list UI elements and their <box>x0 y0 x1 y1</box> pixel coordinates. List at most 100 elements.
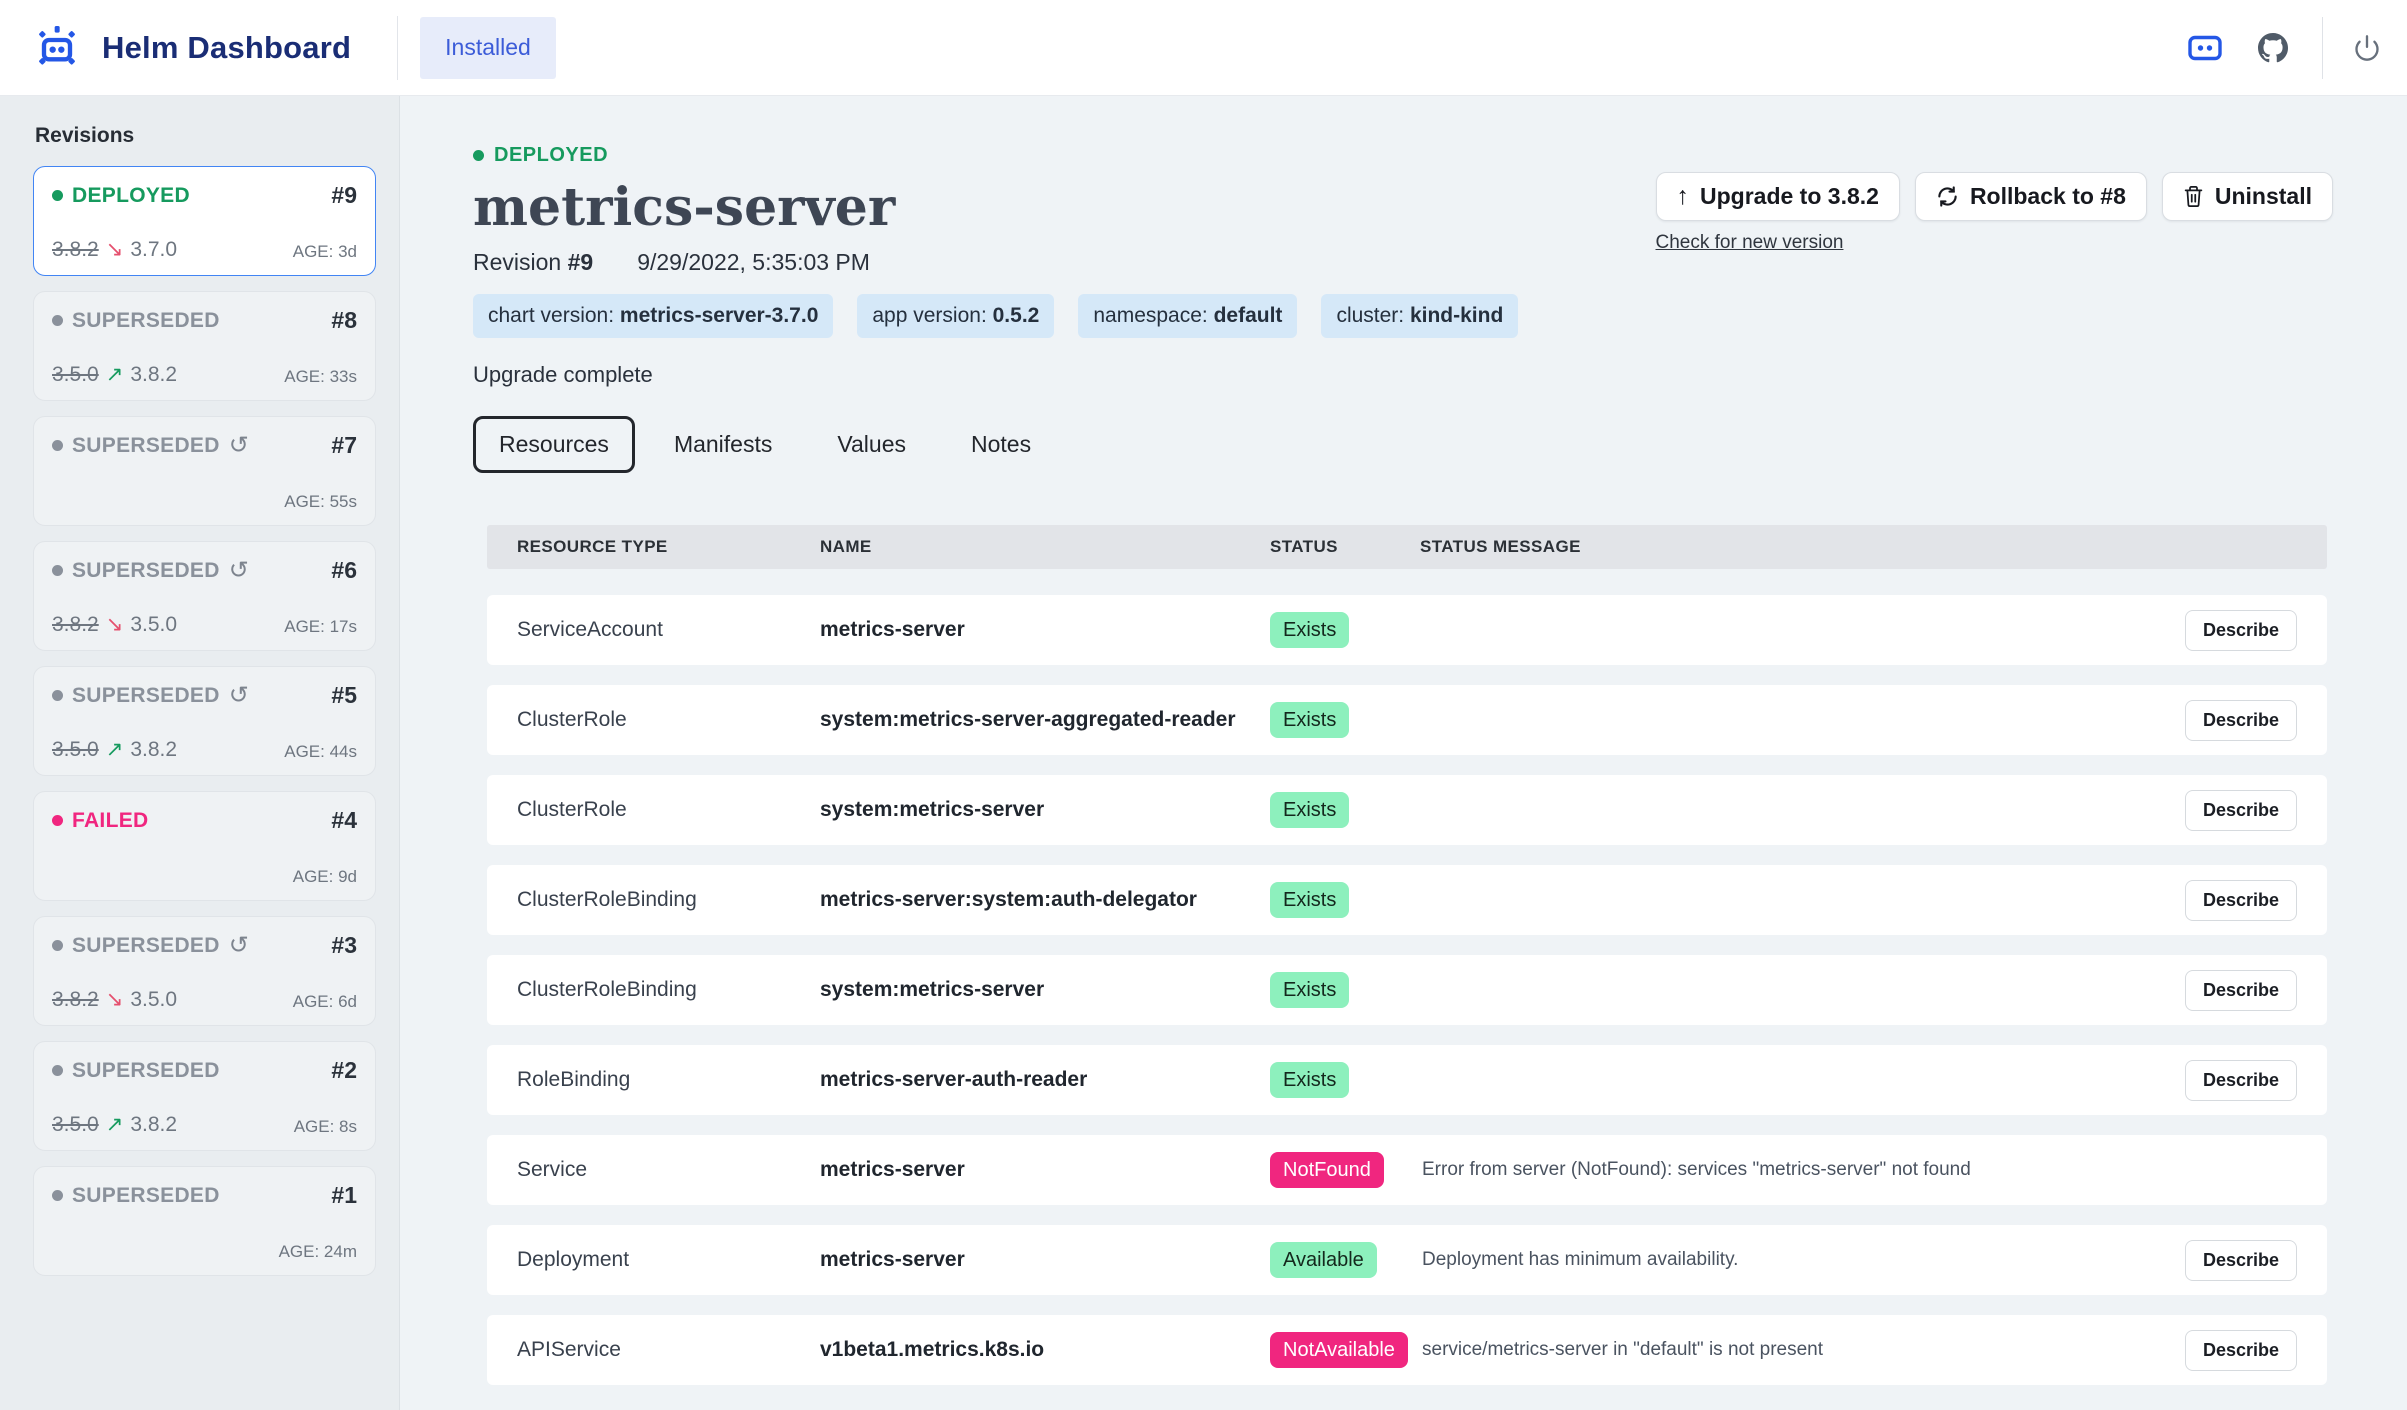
resource-type: ServiceAccount <box>517 618 820 642</box>
release-title: metrics-server <box>473 177 1518 239</box>
revision-age: AGE: 9d <box>293 867 357 887</box>
table-row: ServiceAccount metrics-server Exists Des… <box>487 595 2327 665</box>
metadata-badge: app version: 0.5.2 <box>857 294 1054 338</box>
describe-button[interactable]: Describe <box>2185 700 2297 741</box>
resource-status-message: Error from server (NotFound): services "… <box>1420 1159 2151 1181</box>
resource-name: metrics-server <box>820 618 1270 642</box>
release-status-label: DEPLOYED <box>494 144 608 167</box>
resource-name: metrics-server <box>820 1158 1270 1182</box>
resource-name: system:metrics-server-aggregated-reader <box>820 708 1270 732</box>
trend-arrow-icon: ↗ <box>106 737 124 762</box>
col-status: STATUS <box>1270 537 1420 557</box>
describe-button[interactable]: Describe <box>2185 1060 2297 1101</box>
revisions-heading: Revisions <box>35 124 375 148</box>
tab-manifests[interactable]: Manifests <box>648 416 798 473</box>
describe-button[interactable]: Describe <box>2185 880 2297 921</box>
resource-type: APIService <box>517 1338 820 1362</box>
revision-card[interactable]: SUPERSEDED ↺ #3 3.8.2 ↘ 3.5.0 AGE: 6d <box>33 916 376 1026</box>
revision-age: AGE: 3d <box>293 242 357 262</box>
revision-status-label: FAILED <box>72 809 148 833</box>
revision-number: #2 <box>331 1057 357 1084</box>
revision-status-dot-icon <box>52 940 63 951</box>
rollback-arrow-icon: ↺ <box>229 934 249 958</box>
revision-card[interactable]: SUPERSEDED ↺ #7 AGE: 55s <box>33 416 376 526</box>
helm-dashboard-logo-icon <box>32 23 82 73</box>
revision-card[interactable]: SUPERSEDED ↺ #6 3.8.2 ↘ 3.5.0 AGE: 17s <box>33 541 376 651</box>
revision-status-dot-icon <box>52 1065 63 1076</box>
revision-status-dot-icon <box>52 815 63 826</box>
revision-list: DEPLOYED #9 3.8.2 ↘ 3.7.0 AGE: 3d SUPERS… <box>33 166 375 1276</box>
tab-values[interactable]: Values <box>811 416 932 473</box>
revision-number: #7 <box>331 432 357 459</box>
revision-status-label: SUPERSEDED <box>72 1184 220 1208</box>
revision-old-version: 3.8.2 <box>52 238 99 262</box>
metadata-badge: chart version: metrics-server-3.7.0 <box>473 294 833 338</box>
revision-status-dot-icon <box>52 315 63 326</box>
resource-type: ClusterRole <box>517 798 820 822</box>
metadata-badge: cluster: kind-kind <box>1321 294 1518 338</box>
revision-age: AGE: 55s <box>284 492 357 512</box>
tab-notes[interactable]: Notes <box>945 416 1057 473</box>
describe-button[interactable]: Describe <box>2185 790 2297 831</box>
revision-card[interactable]: SUPERSEDED #2 3.5.0 ↗ 3.8.2 AGE: 8s <box>33 1041 376 1151</box>
describe-button[interactable]: Describe <box>2185 610 2297 651</box>
revision-age: AGE: 44s <box>284 742 357 762</box>
metadata-badge: namespace: default <box>1078 294 1297 338</box>
revision-number: #3 <box>331 932 357 959</box>
revision-card[interactable]: SUPERSEDED #1 AGE: 24m <box>33 1166 376 1276</box>
revision-status-dot-icon <box>52 1190 63 1201</box>
describe-button[interactable]: Describe <box>2185 970 2297 1011</box>
revision-new-version: 3.7.0 <box>130 238 177 262</box>
revision-status-label: SUPERSEDED <box>72 1059 220 1083</box>
uninstall-button[interactable]: Uninstall <box>2162 172 2333 221</box>
describe-button[interactable]: Describe <box>2185 1240 2297 1281</box>
resource-type: Service <box>517 1158 820 1182</box>
revision-card[interactable]: DEPLOYED #9 3.8.2 ↘ 3.7.0 AGE: 3d <box>33 166 376 276</box>
table-row: ClusterRole system:metrics-server-aggreg… <box>487 685 2327 755</box>
resource-name: metrics-server <box>820 1248 1270 1272</box>
tab-resources[interactable]: Resources <box>473 416 635 473</box>
revision-old-version: 3.5.0 <box>52 1113 99 1137</box>
revision-age: AGE: 8s <box>294 1117 357 1137</box>
detail-tabs: Resources Manifests Values Notes <box>473 416 2333 473</box>
revision-status-label: DEPLOYED <box>72 184 190 208</box>
release-badges: chart version: metrics-server-3.7.0 app … <box>473 294 1518 338</box>
revision-age: AGE: 17s <box>284 617 357 637</box>
upgrade-arrow-icon: ↑ <box>1677 182 1690 211</box>
revision-age: AGE: 24m <box>279 1242 357 1262</box>
resource-name: v1beta1.metrics.k8s.io <box>820 1338 1270 1362</box>
revision-status-label: SUPERSEDED <box>72 684 220 708</box>
resource-name: system:metrics-server <box>820 798 1270 822</box>
resource-type: Deployment <box>517 1248 820 1272</box>
col-resource-type: RESOURCE TYPE <box>517 537 820 557</box>
revision-card[interactable]: SUPERSEDED ↺ #5 3.5.0 ↗ 3.8.2 AGE: 44s <box>33 666 376 776</box>
revision-number: #5 <box>331 682 357 709</box>
revision-card[interactable]: SUPERSEDED #8 3.5.0 ↗ 3.8.2 AGE: 33s <box>33 291 376 401</box>
revision-new-version: 3.8.2 <box>130 363 177 387</box>
check-new-version-link[interactable]: Check for new version <box>1656 232 1844 254</box>
revision-new-version: 3.5.0 <box>130 613 177 637</box>
resource-type: ClusterRoleBinding <box>517 888 820 912</box>
rollback-button[interactable]: Rollback to #8 <box>1915 172 2147 221</box>
trend-arrow-icon: ↘ <box>106 987 124 1012</box>
upgrade-button[interactable]: ↑ Upgrade to 3.8.2 <box>1656 172 1900 221</box>
table-row: APIService v1beta1.metrics.k8s.io NotAva… <box>487 1315 2327 1385</box>
col-status-message: STATUS MESSAGE <box>1420 537 2151 557</box>
power-icon[interactable] <box>2353 34 2381 62</box>
header-divider <box>2322 17 2323 79</box>
nav-tab-installed[interactable]: Installed <box>420 17 556 79</box>
revision-version-change: 3.8.2 ↘ 3.5.0 <box>52 612 177 637</box>
resource-status-badge: Exists <box>1270 702 1349 738</box>
revision-status-dot-icon <box>52 690 63 701</box>
revision-version-change: 3.5.0 ↗ 3.8.2 <box>52 737 177 762</box>
app-header: Helm Dashboard Installed <box>0 0 2407 96</box>
describe-button[interactable]: Describe <box>2185 1330 2297 1371</box>
resource-type: ClusterRole <box>517 708 820 732</box>
revision-card[interactable]: FAILED #4 AGE: 9d <box>33 791 376 901</box>
app-title: Helm Dashboard <box>102 30 351 66</box>
table-row: ClusterRole system:metrics-server Exists… <box>487 775 2327 845</box>
resource-status-badge: Exists <box>1270 1062 1349 1098</box>
contexts-icon[interactable] <box>2188 34 2222 62</box>
github-icon[interactable] <box>2258 33 2288 63</box>
rollback-arrow-icon: ↺ <box>229 559 249 583</box>
